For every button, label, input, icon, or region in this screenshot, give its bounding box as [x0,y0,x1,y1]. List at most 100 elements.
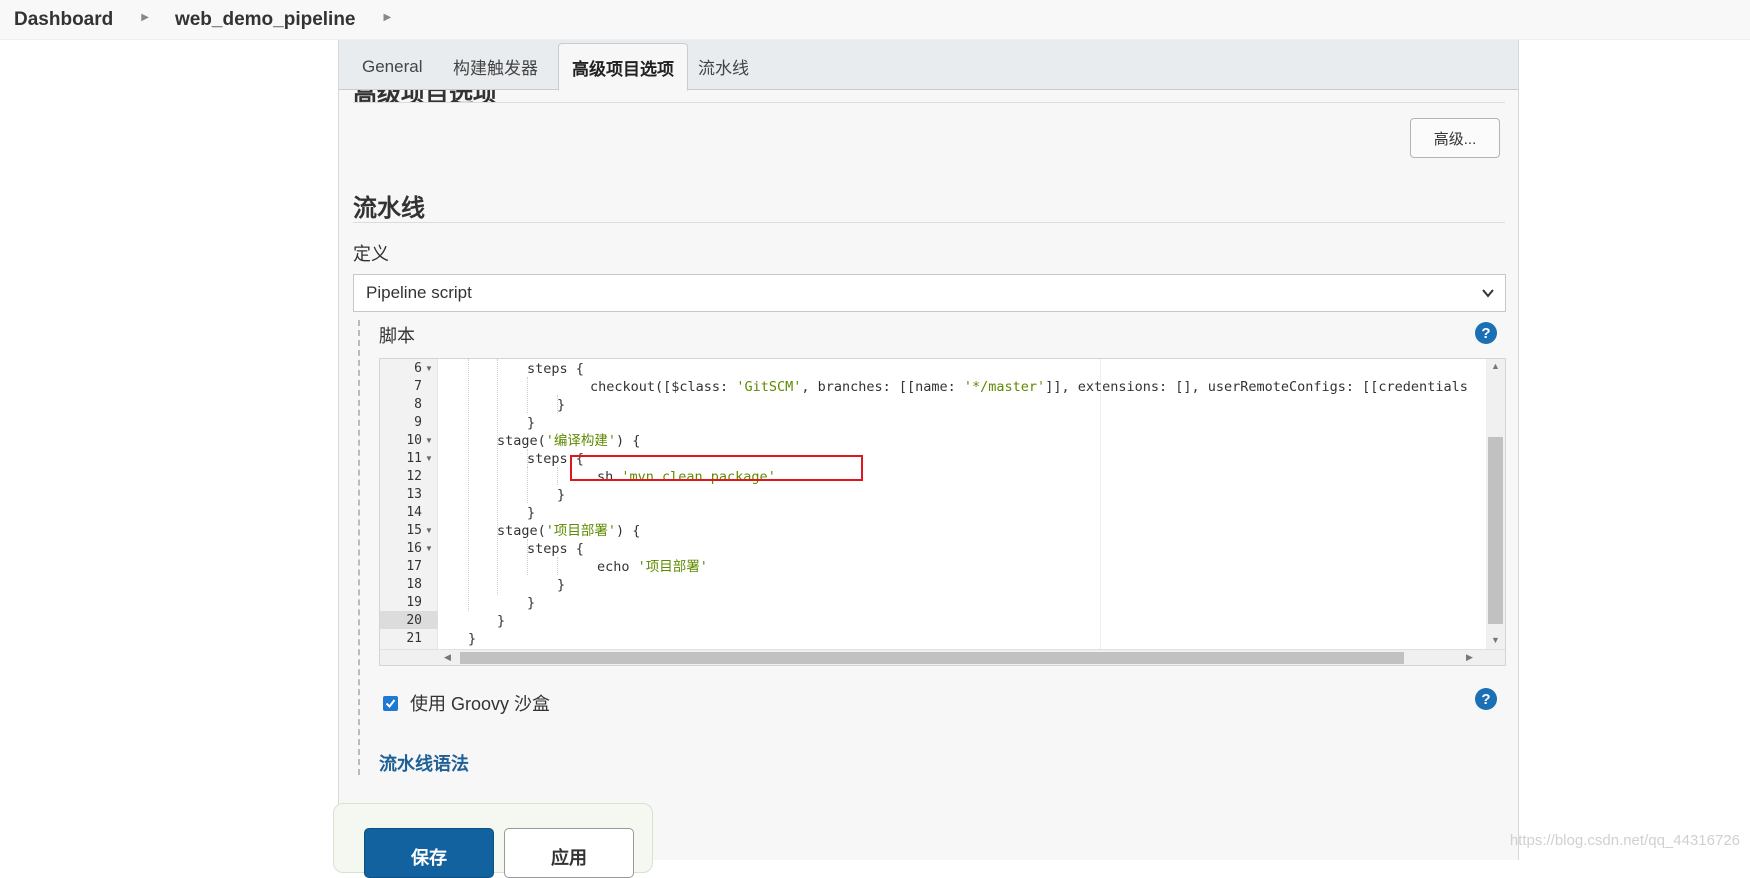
code-text: echo [597,559,638,575]
line-number: 20 [406,613,422,628]
line-number: 18 [406,577,422,592]
definition-label: 定义 [353,244,389,264]
tab-build-triggers[interactable]: 构建触发器 [440,43,551,90]
code-line: } [527,504,535,522]
line-number: 9 [414,415,422,430]
code-line: steps { [527,360,584,378]
tab-bar: General 构建触发器 高级项目选项 流水线 [339,40,1518,91]
code-text: steps { [527,541,584,557]
scroll-down-icon[interactable]: ▼ [1491,635,1500,645]
indent-guide [468,359,469,611]
code-line: } [527,594,535,612]
config-panel: General 构建触发器 高级项目选项 流水线 高级项目选项 高级... 流水… [338,40,1519,860]
code-line: echo '项目部署' [597,558,708,576]
line-number: 7 [414,379,422,394]
code-text: } [468,631,477,647]
code-line: stage('项目部署') { [497,522,640,540]
indent-guide [527,467,528,503]
code-line: } [468,630,476,648]
code-string: '项目部署' [637,559,708,575]
code-text: } [557,487,566,503]
divider [353,222,1505,223]
code-text: } [557,577,566,593]
line-number: 11 [406,451,422,466]
vertical-scrollbar[interactable]: ▲ ▼ [1486,359,1505,649]
advanced-button[interactable]: 高级... [1410,118,1500,158]
pipeline-section-title: 流水线 [353,195,425,222]
code-text: checkout([$class: [590,379,737,395]
indent-guide [557,467,558,485]
caret-right-icon[interactable]: ▶ [384,12,392,23]
code-line: } [557,396,565,414]
line-number: 14 [406,505,422,520]
code-text: steps { [527,361,584,377]
horizontal-scroll-thumb[interactable] [460,652,1404,664]
scroll-right-icon[interactable]: ▶ [1466,652,1473,663]
fold-toggle-icon[interactable]: ▼ [425,432,433,450]
tab-general[interactable]: General [349,43,435,90]
highlight-box [570,455,863,481]
code-text: , branches: [[name: [801,379,964,395]
code-line: steps { [527,540,584,558]
line-number: 21 [406,631,422,646]
fold-toggle-icon[interactable]: ▼ [425,450,433,468]
breadcrumb-dashboard[interactable]: Dashboard [14,9,113,31]
code-text: } [527,505,536,521]
line-number: 12 [406,469,422,484]
code-string: '编译构建' [545,433,617,449]
line-number: 19 [406,595,422,610]
print-margin [1100,359,1101,649]
script-editor[interactable]: 6 ▼ 7 8 9 10 ▼ 11 ▼ 12 13 14 15 ▼ 16 ▼ 17 18 19 20 21 steps … [379,358,1506,666]
code-line: } [527,414,535,432]
nested-indent-guide [358,320,360,775]
code-text: stage( [497,523,546,539]
line-number: 16 [406,541,422,556]
code-line: } [557,486,565,504]
code-line: } [557,576,565,594]
editor-gutter: 6 ▼ 7 8 9 10 ▼ 11 ▼ 12 13 14 15 ▼ 16 ▼ 17 18 19 20 21 [380,359,438,649]
code-string: 'GitSCM' [736,379,802,395]
code-text: } [527,415,536,431]
indent-guide [527,377,528,413]
breadcrumb: Dashboard ▶ web_demo_pipeline ▶ [0,0,1750,40]
tab-pipeline[interactable]: 流水线 [685,43,762,90]
groovy-sandbox-checkbox[interactable] [383,695,398,711]
scroll-up-icon[interactable]: ▲ [1491,361,1500,371]
tab-advanced-options[interactable]: 高级项目选项 [558,43,688,91]
code-string: '*/master' [963,379,1046,395]
divider [353,102,1505,103]
breadcrumb-job[interactable]: web_demo_pipeline [175,9,356,31]
code-text: } [557,397,566,413]
line-number: 8 [414,397,422,412]
code-line: } [497,612,505,630]
pipeline-syntax-link[interactable]: 流水线语法 [379,750,469,776]
code-text: } [527,595,536,611]
vertical-scroll-thumb[interactable] [1488,437,1503,624]
line-number: 15 [406,523,422,538]
script-label: 脚本 [379,326,415,346]
groovy-sandbox-label: 使用 Groovy 沙盒 [410,694,551,714]
fold-toggle-icon[interactable]: ▼ [425,540,433,558]
horizontal-scrollbar[interactable]: ◀ ▶ [380,649,1505,665]
apply-button[interactable]: 应用 [504,828,634,878]
help-icon[interactable]: ? [1475,688,1497,710]
line-number: 6 [414,361,422,376]
code-line: checkout([$class: 'GitSCM', branches: [[… [590,378,1468,396]
line-number: 13 [406,487,422,502]
save-button[interactable]: 保存 [364,828,494,878]
definition-select[interactable]: Pipeline script [353,274,1506,312]
indent-guide [557,557,558,575]
indent-guide [497,359,498,595]
code-text: stage( [497,433,546,449]
fold-toggle-icon[interactable]: ▼ [425,360,433,378]
help-icon[interactable]: ? [1475,322,1497,344]
definition-select-value: Pipeline script [366,283,472,302]
code-string: '项目部署' [545,523,617,539]
line-number: 17 [406,559,422,574]
caret-right-icon[interactable]: ▶ [141,12,149,23]
code-text: ) { [616,433,641,449]
advanced-section-title: 高级项目选项 [353,90,553,102]
fold-toggle-icon[interactable]: ▼ [425,522,433,540]
chevron-down-icon [1481,285,1495,305]
scroll-left-icon[interactable]: ◀ [444,652,451,663]
